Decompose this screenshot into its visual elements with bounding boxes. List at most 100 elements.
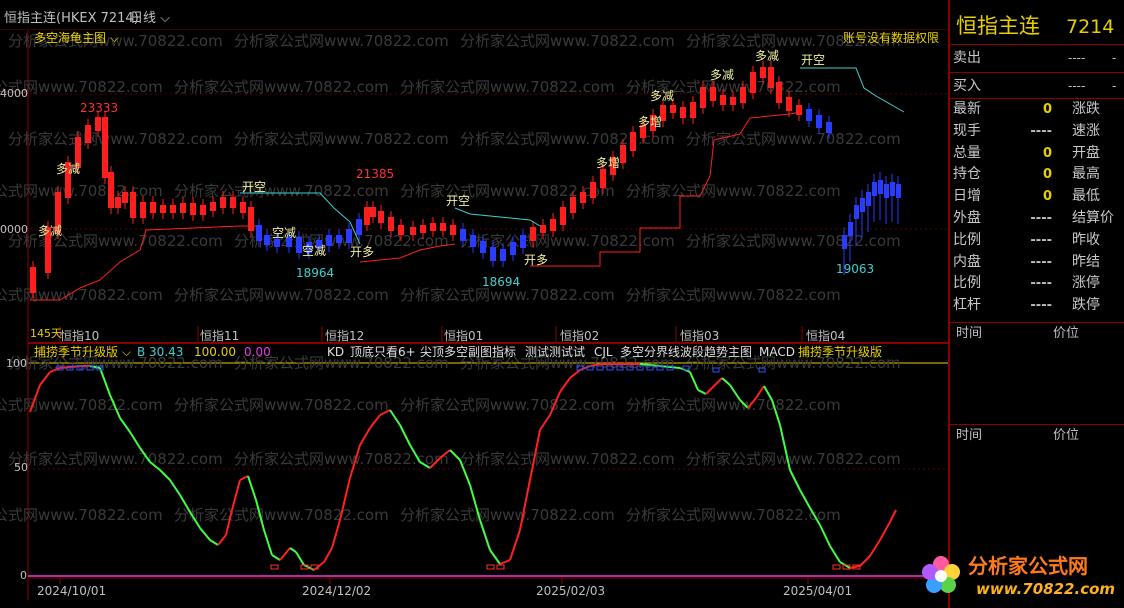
period-selector[interactable]: 日线 ⌵ bbox=[130, 12, 170, 25]
oscillator-segment bbox=[279, 547, 291, 561]
oscillator-segment bbox=[209, 539, 219, 546]
quote-row-label: 总量 bbox=[953, 144, 981, 161]
oscillator-segment bbox=[789, 469, 801, 491]
candle-body bbox=[430, 223, 436, 231]
oscillator-segment bbox=[331, 519, 341, 549]
signal-label: 开空 bbox=[801, 53, 826, 67]
candle-body bbox=[768, 67, 774, 88]
indicator-tab-kd[interactable]: KD bbox=[327, 346, 344, 358]
candle-body bbox=[806, 109, 812, 121]
date-tick: 2024/12/02 bbox=[302, 584, 372, 598]
signal-label: 多增 bbox=[596, 156, 621, 170]
watermark-text: 分析家公式网www.70822.com bbox=[0, 286, 163, 304]
trade-time-header: 时间 bbox=[956, 428, 983, 443]
candle-body bbox=[122, 192, 128, 203]
quote-row-label: 昨收 bbox=[1072, 231, 1100, 248]
oscillator-segment bbox=[889, 509, 897, 523]
divider bbox=[950, 44, 1124, 45]
watermark-text: 分析家公式网www.70822.com bbox=[626, 182, 841, 200]
oscillator-segment bbox=[721, 377, 731, 386]
watermark-text: 分析家公式网www.70822.com bbox=[174, 78, 389, 96]
sub-indicator-selector[interactable]: 捕捞季节升级版 ⌵ bbox=[34, 346, 131, 358]
signal-label: 开空 bbox=[446, 194, 471, 208]
candle-body bbox=[620, 145, 626, 163]
sub-y-tick: 100 bbox=[6, 357, 27, 370]
indicator-tab[interactable]: 测试测试试 bbox=[525, 346, 585, 358]
sub-y-tick: 50 bbox=[14, 461, 28, 474]
candle-body bbox=[854, 205, 859, 219]
contract-label: 恒指03 bbox=[680, 329, 720, 343]
date-tick: 2025/04/01 bbox=[783, 584, 853, 598]
watermark-text: 分析家公式网www.70822.com bbox=[626, 396, 841, 414]
chevron-down-icon: ⌵ bbox=[118, 345, 131, 359]
indicator-value-2: 100.00 bbox=[194, 345, 236, 359]
indicator-tab[interactable]: 多空分界线波段趋势主图 bbox=[620, 346, 752, 358]
quote-row-value: 0 bbox=[1042, 145, 1052, 161]
watermark-text: 分析家公式网www.70822.com bbox=[400, 396, 615, 414]
quote-row-label: 现手 bbox=[953, 122, 981, 139]
candle-body bbox=[450, 225, 456, 235]
main-indicator-selector[interactable]: 多空海龟主图 ⌵ bbox=[34, 32, 119, 44]
days-count: 145天 bbox=[30, 327, 62, 340]
low-label: 18694 bbox=[482, 275, 521, 289]
candle-body bbox=[180, 203, 186, 213]
buy-value-2: - bbox=[1112, 79, 1117, 93]
contract-label: 恒指04 bbox=[806, 329, 846, 343]
oscillator-segment bbox=[539, 414, 551, 431]
candle-body bbox=[796, 105, 802, 115]
quote-row-label: 开盘 bbox=[1072, 144, 1100, 161]
oscillator-segment bbox=[239, 475, 249, 481]
chevron-down-icon: ⌵ bbox=[106, 31, 119, 45]
quote-code: 7214 bbox=[1066, 16, 1115, 38]
oscillator-segment bbox=[39, 371, 51, 386]
contract-label: 恒指10 bbox=[60, 329, 100, 343]
oscillator-segment bbox=[399, 424, 411, 446]
watermark-text: 分析家公式网www.70822.com bbox=[174, 396, 389, 414]
candle-body bbox=[740, 87, 746, 103]
quote-row-value: ---- bbox=[1030, 211, 1052, 226]
candle-body bbox=[842, 235, 847, 249]
quote-row-label: 涨跌 bbox=[1072, 101, 1100, 117]
candle-body bbox=[130, 192, 136, 218]
candle-body bbox=[378, 211, 384, 223]
indicator-tab-active[interactable]: 捕捞季节升级版 bbox=[798, 346, 882, 358]
candle-body bbox=[680, 107, 686, 118]
indicator-tab-cjl[interactable]: CJL bbox=[594, 346, 613, 358]
quote-row-value: ---- bbox=[1030, 123, 1052, 139]
indicator-tab-macd[interactable]: MACD bbox=[759, 346, 795, 358]
divider bbox=[950, 322, 1124, 323]
watermark-text: 分析家公式网www.70822.com bbox=[686, 232, 901, 250]
quote-row-label: 杠杆 bbox=[953, 297, 981, 314]
quote-row-value: ---- bbox=[1030, 276, 1052, 292]
sub-indicator-name: 捕捞季节升级版 bbox=[34, 345, 119, 359]
candle-body bbox=[630, 132, 636, 151]
high-label: 23333 bbox=[80, 101, 119, 115]
indicator-tab[interactable]: 尖顶多空副图指标 bbox=[420, 346, 516, 358]
candle-body bbox=[346, 229, 352, 243]
date-tick: 2025/02/03 bbox=[536, 584, 606, 598]
candle-body bbox=[420, 225, 426, 233]
contract-label: 恒指02 bbox=[560, 329, 600, 343]
candle-body bbox=[326, 235, 332, 246]
candle-body bbox=[140, 202, 146, 218]
oscillator-segment bbox=[479, 519, 491, 551]
candle-body bbox=[700, 87, 706, 108]
oscillator-segment bbox=[879, 521, 891, 541]
candle-body bbox=[600, 169, 606, 188]
oscillator-segment bbox=[99, 367, 111, 396]
oscillator-segment bbox=[849, 565, 861, 569]
signal-label: 多增 bbox=[638, 115, 663, 129]
candle-body bbox=[115, 197, 121, 208]
watermark-text: 分析家公式网www.70822.com bbox=[8, 130, 223, 148]
quote-title: 恒指主连 bbox=[956, 14, 1040, 38]
oscillator-segment bbox=[829, 545, 841, 563]
candle-body bbox=[480, 241, 486, 253]
candle-body bbox=[30, 267, 36, 293]
quote-row-value: ---- bbox=[1030, 232, 1052, 248]
buy-label: 买入 bbox=[953, 78, 981, 94]
candle-body bbox=[540, 225, 546, 233]
candle-body bbox=[500, 249, 506, 261]
signal-label: 多减 bbox=[56, 162, 81, 176]
indicator-tab[interactable]: 顶底只看6+ bbox=[350, 346, 416, 358]
oscillator-segment bbox=[697, 389, 707, 395]
